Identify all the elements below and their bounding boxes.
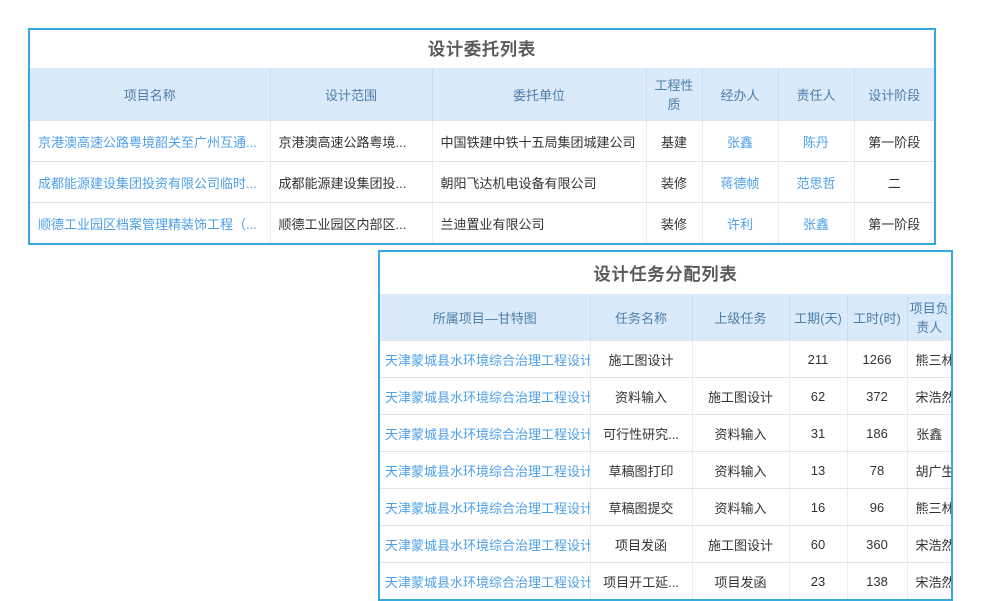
design-scope-cell: 京港澳高速公路粤境...	[270, 121, 432, 162]
client-unit-cell: 朝阳飞达机电设备有限公司	[432, 162, 646, 203]
task-table-row: 天津蒙城县水环境综合治理工程设计项目 项目开工延... 项目发函 23 138 …	[380, 563, 951, 600]
parent-task-cell: 施工图设计	[692, 378, 789, 415]
owner-link[interactable]: 陈丹	[803, 135, 829, 150]
commission-header-row: 项目名称 设计范围 委托单位 工程性质 经办人 责任人 设计阶段	[30, 68, 934, 121]
duration-days-cell: 211	[789, 341, 847, 378]
task-table-row: 天津蒙城县水环境综合治理工程设计项目 可行性研究... 资料输入 31 186 …	[380, 415, 951, 452]
task-name-cell: 项目发函	[590, 526, 692, 563]
project-name-link[interactable]: 京港澳高速公路粤境韶关至广州互通...	[38, 135, 257, 150]
handler-link[interactable]: 蒋德帧	[720, 176, 759, 191]
task-name-cell: 草稿图打印	[590, 452, 692, 489]
design-scope-cell: 顺德工业园区内部区...	[270, 203, 432, 244]
work-hours-cell: 1266	[847, 341, 907, 378]
col-header-project-name: 项目名称	[30, 68, 270, 121]
work-hours-cell: 360	[847, 526, 907, 563]
col-header-project-lead: 项目负责人	[907, 294, 951, 341]
task-project-link[interactable]: 天津蒙城县水环境综合治理工程设计项目	[385, 464, 590, 479]
task-project-link[interactable]: 天津蒙城县水环境综合治理工程设计项目	[385, 427, 590, 442]
work-hours-cell: 372	[847, 378, 907, 415]
owner-link[interactable]: 范思哲	[796, 176, 835, 191]
col-header-parent-project-gantt: 所属项目—甘特图	[380, 294, 590, 341]
project-nature-cell: 装修	[646, 203, 702, 244]
task-table-row: 天津蒙城县水环境综合治理工程设计项目 项目发函 施工图设计 60 360 宋浩然	[380, 526, 951, 563]
design-stage-cell: 第一阶段	[854, 121, 934, 162]
parent-task-cell: 施工图设计	[692, 526, 789, 563]
parent-task-cell: 资料输入	[692, 415, 789, 452]
task-project-link[interactable]: 天津蒙城县水环境综合治理工程设计项目	[385, 353, 590, 368]
duration-days-cell: 60	[789, 526, 847, 563]
task-table-row: 天津蒙城县水环境综合治理工程设计项目 资料输入 施工图设计 62 372 宋浩然	[380, 378, 951, 415]
client-unit-cell: 兰迪置业有限公司	[432, 203, 646, 244]
duration-days-cell: 13	[789, 452, 847, 489]
parent-task-cell: 项目发函	[692, 563, 789, 600]
project-lead-cell: 熊三林	[907, 489, 951, 526]
task-table-row: 天津蒙城县水环境综合治理工程设计项目 草稿图提交 资料输入 16 96 熊三林	[380, 489, 951, 526]
project-name-link[interactable]: 成都能源建设集团投资有限公司临时...	[38, 176, 257, 191]
owner-link[interactable]: 张鑫	[803, 217, 829, 232]
col-header-handler: 经办人	[702, 68, 778, 121]
project-lead-cell: 熊三林	[907, 341, 951, 378]
project-nature-cell: 装修	[646, 162, 702, 203]
task-table: 所属项目—甘特图 任务名称 上级任务 工期(天) 工时(时) 项目负责人 天津蒙…	[380, 294, 951, 599]
work-hours-cell: 96	[847, 489, 907, 526]
task-project-link[interactable]: 天津蒙城县水环境综合治理工程设计项目	[385, 538, 590, 553]
handler-link[interactable]: 许利	[727, 217, 753, 232]
commission-table-row: 京港澳高速公路粤境韶关至广州互通... 京港澳高速公路粤境... 中国铁建中铁十…	[30, 121, 934, 162]
parent-task-cell: 资料输入	[692, 489, 789, 526]
project-lead-cell: 宋浩然	[907, 563, 951, 600]
col-header-work-hours: 工时(时)	[847, 294, 907, 341]
commission-table-title: 设计委托列表	[30, 30, 934, 68]
col-header-client-unit: 委托单位	[432, 68, 646, 121]
col-header-owner: 责任人	[778, 68, 854, 121]
design-task-assignment-table: 设计任务分配列表 所属项目—甘特图 任务名称 上级任务 工期(天) 工时(时) …	[378, 250, 953, 601]
handler-link[interactable]: 张鑫	[727, 135, 753, 150]
work-hours-cell: 78	[847, 452, 907, 489]
task-project-link[interactable]: 天津蒙城县水环境综合治理工程设计项目	[385, 501, 590, 516]
duration-days-cell: 16	[789, 489, 847, 526]
col-header-task-name: 任务名称	[590, 294, 692, 341]
design-scope-cell: 成都能源建设集团投...	[270, 162, 432, 203]
project-lead-cell: 宋浩然	[907, 378, 951, 415]
project-lead-cell: 宋浩然	[907, 526, 951, 563]
task-project-link[interactable]: 天津蒙城县水环境综合治理工程设计项目	[385, 575, 590, 590]
duration-days-cell: 31	[789, 415, 847, 452]
design-stage-cell: 第一阶段	[854, 203, 934, 244]
duration-days-cell: 23	[789, 563, 847, 600]
project-lead-cell: 张鑫	[907, 415, 951, 452]
parent-task-cell	[692, 341, 789, 378]
commission-table-row: 顺德工业园区档案管理精装饰工程（... 顺德工业园区内部区... 兰迪置业有限公…	[30, 203, 934, 244]
project-nature-cell: 基建	[646, 121, 702, 162]
design-stage-cell: 二	[854, 162, 934, 203]
work-hours-cell: 138	[847, 563, 907, 600]
col-header-design-stage: 设计阶段	[854, 68, 934, 121]
work-hours-cell: 186	[847, 415, 907, 452]
commission-table: 项目名称 设计范围 委托单位 工程性质 经办人 责任人 设计阶段 京港澳高速公路…	[30, 68, 934, 243]
task-name-cell: 资料输入	[590, 378, 692, 415]
task-table-row: 天津蒙城县水环境综合治理工程设计项目 施工图设计 211 1266 熊三林	[380, 341, 951, 378]
task-header-row: 所属项目—甘特图 任务名称 上级任务 工期(天) 工时(时) 项目负责人	[380, 294, 951, 341]
commission-table-row: 成都能源建设集团投资有限公司临时... 成都能源建设集团投... 朝阳飞达机电设…	[30, 162, 934, 203]
task-name-cell: 项目开工延...	[590, 563, 692, 600]
task-project-link[interactable]: 天津蒙城县水环境综合治理工程设计项目	[385, 390, 590, 405]
duration-days-cell: 62	[789, 378, 847, 415]
col-header-design-scope: 设计范围	[270, 68, 432, 121]
task-name-cell: 可行性研究...	[590, 415, 692, 452]
col-header-parent-task: 上级任务	[692, 294, 789, 341]
task-table-title: 设计任务分配列表	[380, 252, 951, 294]
col-header-duration-days: 工期(天)	[789, 294, 847, 341]
parent-task-cell: 资料输入	[692, 452, 789, 489]
project-lead-cell: 胡广生	[907, 452, 951, 489]
project-name-link[interactable]: 顺德工业园区档案管理精装饰工程（...	[38, 217, 257, 232]
col-header-project-nature: 工程性质	[646, 68, 702, 121]
task-name-cell: 草稿图提交	[590, 489, 692, 526]
design-commission-table: 设计委托列表 项目名称 设计范围 委托单位 工程性质 经办人 责任人 设计阶段 …	[28, 28, 936, 245]
client-unit-cell: 中国铁建中铁十五局集团城建公司	[432, 121, 646, 162]
task-table-row: 天津蒙城县水环境综合治理工程设计项目 草稿图打印 资料输入 13 78 胡广生	[380, 452, 951, 489]
task-name-cell: 施工图设计	[590, 341, 692, 378]
